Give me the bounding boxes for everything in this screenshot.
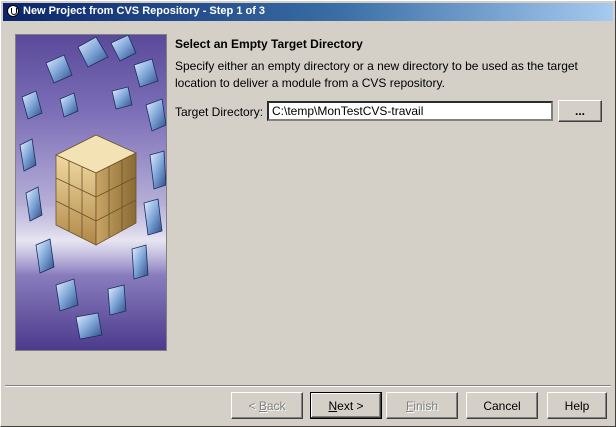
back-button[interactable]: < Back <box>231 392 303 419</box>
step-description: Specify either an empty directory or a n… <box>175 59 578 90</box>
next-button[interactable]: Next > <box>310 392 382 419</box>
finish-button[interactable]: Finish <box>386 392 458 419</box>
cube-illustration <box>16 35 166 340</box>
app-icon <box>7 5 19 17</box>
target-directory-label: Target Directory: <box>175 105 264 119</box>
help-button[interactable]: Help <box>547 392 607 419</box>
target-directory-input[interactable] <box>267 101 553 121</box>
window-title: New Project from CVS Repository - Step 1… <box>23 5 266 17</box>
back-button-label: ack <box>266 398 286 413</box>
dialog-window: New Project from CVS Repository - Step 1… <box>0 0 616 427</box>
footer-separator <box>5 385 611 387</box>
back-button-prefix: < <box>248 398 259 413</box>
cancel-button[interactable]: Cancel <box>466 392 538 419</box>
wizard-side-image <box>15 34 167 351</box>
step-heading: Select an Empty Target Directory <box>175 37 363 51</box>
next-button-label: ext > <box>337 398 364 413</box>
back-button-mnemonic: B <box>258 398 267 413</box>
title-bar[interactable]: New Project from CVS Repository - Step 1… <box>3 3 613 21</box>
finish-button-label: inish <box>413 398 439 413</box>
browse-button[interactable]: ... <box>558 100 602 122</box>
next-button-mnemonic: N <box>328 398 338 413</box>
